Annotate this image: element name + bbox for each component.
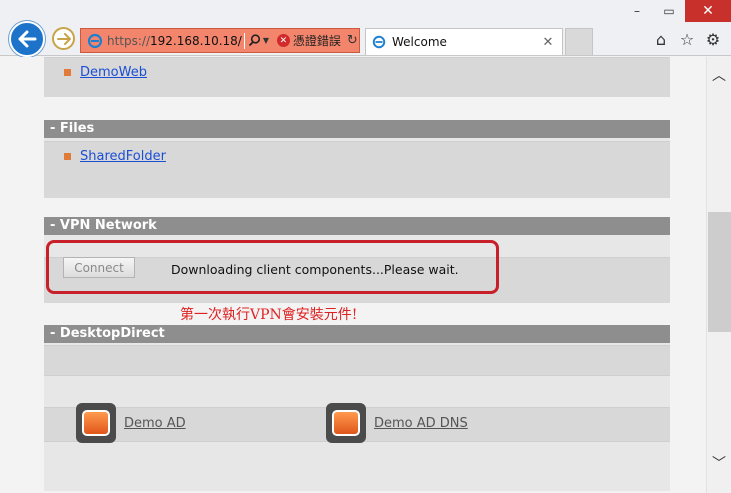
close-button[interactable]: ✕ [685, 0, 731, 22]
cert-error-icon[interactable]: ✕ [276, 34, 290, 47]
dropdown-arrow-icon[interactable]: ▼ [263, 36, 273, 45]
section-web: DemoWeb [44, 57, 670, 97]
tab-welcome[interactable]: Welcome ✕ [365, 28, 563, 55]
desktop-band [44, 441, 670, 491]
section-header-desktopdirect[interactable]: - DesktopDirect [44, 325, 670, 343]
vertical-scrollbar[interactable]: ︿ ﹀ [706, 57, 731, 493]
monitor-icon [76, 403, 116, 443]
favorites-icon[interactable]: ☆ [679, 30, 695, 49]
desktop-item-demo-ad[interactable]: Demo AD [76, 403, 186, 443]
toolbar-icons: ⌂ ☆ ⚙ [653, 30, 721, 49]
url-host: 192.168.10.18/ [150, 33, 242, 48]
address-bar[interactable]: https:// 192.168.10.18/ ▼ ✕ 憑證錯誤 ↻ [80, 28, 360, 53]
annotation-text: 第一次執行VPN會安裝元件! [180, 307, 358, 323]
link-sharedfolder[interactable]: SharedFolder [80, 149, 166, 164]
files-list: SharedFolder [44, 141, 670, 198]
forward-icon [56, 32, 71, 45]
bullet-icon [64, 152, 71, 160]
desktop-item-label[interactable]: Demo AD [124, 416, 186, 431]
back-button[interactable] [9, 21, 45, 57]
desktop-band [44, 345, 670, 375]
refresh-icon[interactable]: ↻ [347, 33, 358, 48]
scroll-down-icon[interactable]: ﹀ [712, 453, 726, 473]
section-header-files[interactable]: - Files [44, 120, 670, 138]
link-demoweb[interactable]: DemoWeb [80, 65, 147, 80]
scrollbar-thumb[interactable] [708, 212, 731, 332]
forward-button[interactable] [52, 27, 75, 50]
section-files: - Files SharedFolder [44, 120, 670, 198]
desktop-item-demo-ad-dns[interactable]: Demo AD DNS [326, 403, 468, 443]
home-icon[interactable]: ⌂ [653, 30, 669, 49]
bullet-icon [64, 68, 71, 76]
url-scheme: https:// [107, 33, 151, 48]
close-icon[interactable]: ✕ [540, 35, 556, 50]
back-icon [18, 30, 37, 48]
ie-icon [371, 34, 387, 50]
maximize-button[interactable]: ▭ [653, 0, 685, 22]
desktop-item-label[interactable]: Demo AD DNS [374, 416, 468, 431]
search-icon[interactable] [247, 34, 263, 47]
scroll-up-icon[interactable]: ︿ [712, 65, 726, 85]
list-item: DemoWeb [44, 58, 670, 86]
address-separator [243, 32, 245, 49]
web-list: DemoWeb [44, 57, 670, 97]
browser-chrome: – ▭ ✕ https:// 192.168.10.18/ ▼ ✕ 憑證錯誤 ↻… [0, 0, 731, 57]
minimize-button[interactable]: – [621, 0, 653, 22]
ie-icon [85, 31, 105, 51]
cert-error-label[interactable]: 憑證錯誤 [293, 32, 341, 49]
tab-title: Welcome [392, 35, 447, 49]
window-controls: – ▭ ✕ [621, 0, 731, 22]
list-item: SharedFolder [44, 142, 670, 170]
new-tab-button[interactable] [565, 28, 593, 55]
highlight-box [46, 240, 499, 294]
monitor-icon [326, 403, 366, 443]
section-header-vpn[interactable]: - VPN Network [44, 217, 670, 235]
settings-icon[interactable]: ⚙ [705, 30, 721, 49]
